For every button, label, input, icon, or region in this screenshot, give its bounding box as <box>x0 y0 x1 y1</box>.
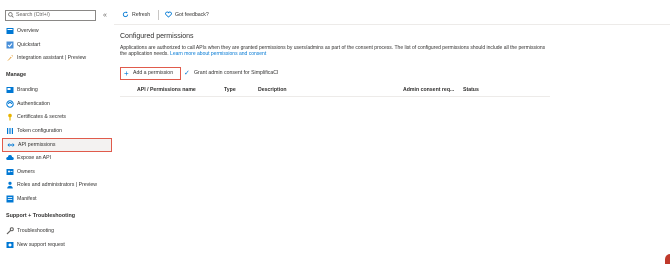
roles-icon <box>6 181 14 189</box>
sidebar-item-label: Owners <box>17 169 35 175</box>
authentication-icon <box>6 100 14 108</box>
overview-icon <box>6 27 14 35</box>
learn-more-link[interactable]: Learn more about permissions and consent <box>170 51 266 57</box>
search-placeholder: Search (Ctrl+/) <box>16 12 50 18</box>
sidebar-item-new-support-request[interactable]: New support request <box>2 239 112 251</box>
key-icon <box>6 113 14 121</box>
search-input[interactable]: Search (Ctrl+/) <box>5 10 96 21</box>
sidebar-item-owners[interactable]: Owners <box>2 166 112 178</box>
refresh-icon <box>122 11 129 18</box>
cloud-icon <box>6 154 14 162</box>
column-header-description: Description <box>258 87 287 93</box>
plus-icon: + <box>124 69 129 78</box>
owners-icon <box>6 168 14 176</box>
sidebar-item-expose-api[interactable]: Expose an API <box>2 152 112 164</box>
sidebar-item-overview[interactable]: Overview <box>2 25 112 37</box>
column-header-admin-consent: Admin consent req... <box>403 87 455 93</box>
manifest-icon <box>6 195 14 203</box>
quickstart-icon <box>6 41 14 49</box>
corner-decoration <box>665 254 670 264</box>
column-header-api-name: API / Permissions name <box>137 87 196 93</box>
section-header-manage: Manage <box>6 72 27 78</box>
sidebar-item-label: Token configuration <box>17 128 62 134</box>
feedback-label: Got feedback? <box>175 12 209 18</box>
sidebar-item-authentication[interactable]: Authentication <box>2 98 112 110</box>
sidebar-item-roles-admins[interactable]: Roles and administrators | Preview <box>2 179 112 191</box>
collapse-sidebar-button[interactable]: « <box>103 10 107 21</box>
sidebar-item-label: Authentication <box>17 101 50 107</box>
rocket-icon <box>6 54 14 62</box>
sidebar: Search (Ctrl+/) « Overview Quickstart In… <box>0 0 114 264</box>
branding-icon <box>6 86 14 94</box>
column-header-type: Type <box>224 87 236 93</box>
description-text: Applications are authorized to call APIs… <box>120 45 550 58</box>
heart-icon <box>165 11 172 18</box>
search-icon <box>8 12 14 18</box>
wrench-icon <box>6 227 14 235</box>
sidebar-item-label: Branding <box>17 87 38 93</box>
refresh-button[interactable]: Refresh <box>122 9 150 21</box>
sidebar-item-quickstart[interactable]: Quickstart <box>2 39 112 51</box>
sidebar-item-label: Roles and administrators | Preview <box>17 182 98 188</box>
column-header-status: Status <box>463 87 479 93</box>
sidebar-item-label: Integration assistant | Preview <box>17 55 87 61</box>
grant-consent-label: Grant admin consent for SimplificaCI <box>194 70 279 76</box>
sidebar-item-label: Manifest <box>17 196 37 202</box>
toolbar-divider <box>158 10 159 20</box>
toolbar-bottom-border <box>114 24 670 25</box>
checkmark-icon: ✓ <box>184 70 190 77</box>
sidebar-item-label: API permissions <box>18 142 56 148</box>
token-icon <box>6 127 14 135</box>
support-request-icon <box>6 241 14 249</box>
sidebar-item-label: Overview <box>17 28 39 34</box>
sidebar-item-label: Expose an API <box>17 155 52 161</box>
sidebar-item-integration-assistant[interactable]: Integration assistant | Preview <box>2 52 112 64</box>
sidebar-item-branding[interactable]: Branding <box>2 84 112 96</box>
sidebar-item-manifest[interactable]: Manifest <box>2 193 112 205</box>
feedback-button[interactable]: Got feedback? <box>165 9 209 21</box>
sidebar-item-label: New support request <box>17 242 65 248</box>
add-permission-button[interactable]: + Add a permission <box>120 67 181 80</box>
sidebar-item-api-permissions[interactable]: API permissions <box>2 138 112 152</box>
sidebar-item-label: Troubleshooting <box>17 228 55 234</box>
refresh-label: Refresh <box>132 12 151 18</box>
add-permission-label: Add a permission <box>133 70 174 76</box>
grant-admin-consent-button[interactable]: ✓ Grant admin consent for SimplificaCI <box>184 67 278 80</box>
search-row: Search (Ctrl+/) « <box>5 10 113 22</box>
sidebar-item-token-configuration[interactable]: Token configuration <box>2 125 112 137</box>
page-title: Configured permissions <box>120 33 194 40</box>
sidebar-item-label: Quickstart <box>17 42 41 48</box>
section-header-support: Support + Troubleshooting <box>6 213 76 219</box>
table-header-border <box>120 96 550 97</box>
api-permissions-icon <box>7 141 15 149</box>
sidebar-item-certificates[interactable]: Certificates & secrets <box>2 111 112 123</box>
sidebar-item-troubleshooting[interactable]: Troubleshooting <box>2 225 112 237</box>
sidebar-item-label: Certificates & secrets <box>17 114 67 120</box>
